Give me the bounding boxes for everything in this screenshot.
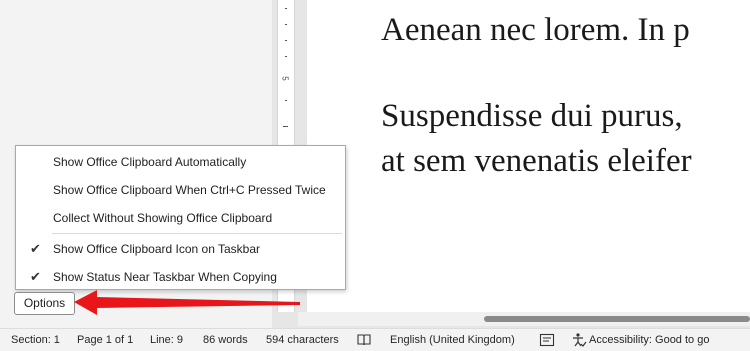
status-word-count[interactable]: 86 words: [203, 334, 248, 346]
status-language[interactable]: English (United Kingdom): [390, 334, 515, 346]
arrow-shaft: [96, 297, 300, 308]
status-page[interactable]: Page 1 of 1: [77, 334, 133, 346]
text-predictions-icon[interactable]: [539, 333, 555, 347]
status-line[interactable]: Line: 9: [150, 334, 183, 346]
status-bar: Section: 1 Page 1 of 1 Line: 9 86 words …: [0, 328, 750, 351]
status-section[interactable]: Section: 1: [11, 334, 60, 346]
book-check-icon[interactable]: [356, 333, 372, 347]
accessibility-icon[interactable]: [571, 332, 587, 348]
status-character-count[interactable]: 594 characters: [266, 334, 339, 346]
arrow-head: [74, 290, 97, 315]
status-accessibility[interactable]: Accessibility: Good to go: [589, 334, 709, 346]
annotation-arrow: [74, 290, 300, 315]
